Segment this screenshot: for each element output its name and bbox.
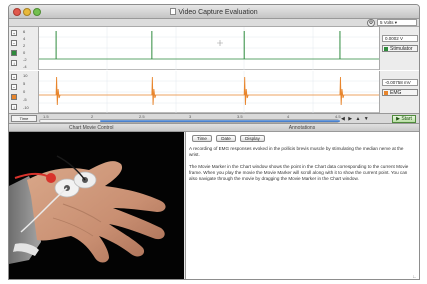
notes-pane-header: Annotations: [288, 125, 316, 131]
channel-1-controls: + − ↕ 6 4 2 0 -2 -4: [9, 27, 39, 70]
scale-down-button[interactable]: −: [11, 40, 17, 46]
annotations-pane: Time Date Display A recording of EMG res…: [185, 132, 419, 279]
autoscale-button[interactable]: ↕: [11, 104, 17, 110]
annotation-buttons: Time Date Display: [192, 135, 268, 142]
display-button[interactable]: Display: [240, 135, 265, 142]
channel-color-swatch[interactable]: [11, 94, 17, 100]
scale-up-button[interactable]: +: [11, 74, 17, 80]
channel-2-controls: + − ↕ 10 5 0 -5 -10: [9, 71, 39, 113]
scale-dropdown[interactable]: 5 Volts ▾: [377, 19, 417, 26]
resize-grip-icon[interactable]: ∟: [412, 274, 418, 279]
channel-2-trace: [39, 71, 381, 113]
panes-header: Chart Movie Control Annotations: [9, 123, 419, 132]
annotation-paragraph: A recording of EMG responses evoked in t…: [189, 146, 404, 157]
annotation-text[interactable]: A recording of EMG responses evoked in t…: [189, 146, 413, 188]
time-display-button[interactable]: Time: [11, 115, 37, 122]
title-bar: Video Capture Evaluation: [9, 5, 419, 19]
video-frame[interactable]: [9, 132, 184, 279]
channel-1-info: 0.0002 V Stimulator: [379, 27, 419, 70]
document-icon: [170, 8, 177, 15]
channel-1-value: 0.0002 V: [382, 35, 418, 42]
channel-1-swatch: [384, 47, 388, 51]
channel-1-trace: [39, 27, 381, 70]
time-button[interactable]: Time: [192, 135, 212, 142]
autoscale-button[interactable]: ↕: [11, 60, 17, 66]
scale-down-button[interactable]: −: [11, 84, 17, 90]
channel-2-value: -0.00758 mV: [382, 79, 418, 86]
crosshair-cursor: [217, 40, 223, 46]
window-title: Video Capture Evaluation: [9, 8, 419, 16]
time-axis-bar: Time 1.5 2 2.5 3 3.5 4 4.5 ◀ ▶ ▲ ▼ ▶ Sta…: [9, 113, 419, 123]
channel-2-plot[interactable]: [39, 71, 381, 113]
chart-area: + − ↕ 6 4 2 0 -2 -4 0.0002 V Stimulator …: [9, 27, 419, 123]
channel-1-title[interactable]: Stimulator: [382, 45, 418, 52]
start-button[interactable]: ▶ Start: [392, 115, 416, 123]
channel-color-swatch[interactable]: [11, 50, 17, 56]
channel-1-plot[interactable]: [39, 27, 381, 70]
app-window: Video Capture Evaluation ⚙ 5 Volts ▾ + −…: [8, 4, 420, 280]
gear-icon[interactable]: ⚙: [367, 19, 375, 27]
scrollbar-thumb[interactable]: [100, 120, 340, 122]
navigation-icons[interactable]: ◀ ▶ ▲ ▼: [341, 116, 370, 122]
channel-2-info: -0.00758 mV EMG: [379, 71, 419, 113]
channel-2-title[interactable]: EMG: [382, 89, 418, 96]
channel-2-swatch: [384, 91, 388, 95]
scale-up-button[interactable]: +: [11, 30, 17, 36]
chart-toolbar: ⚙ 5 Volts ▾: [9, 19, 419, 27]
hand-with-electrodes-image: [9, 132, 184, 279]
annotation-paragraph: The Movie Marker in the Chart window sho…: [189, 164, 409, 181]
date-button[interactable]: Date: [216, 135, 236, 142]
